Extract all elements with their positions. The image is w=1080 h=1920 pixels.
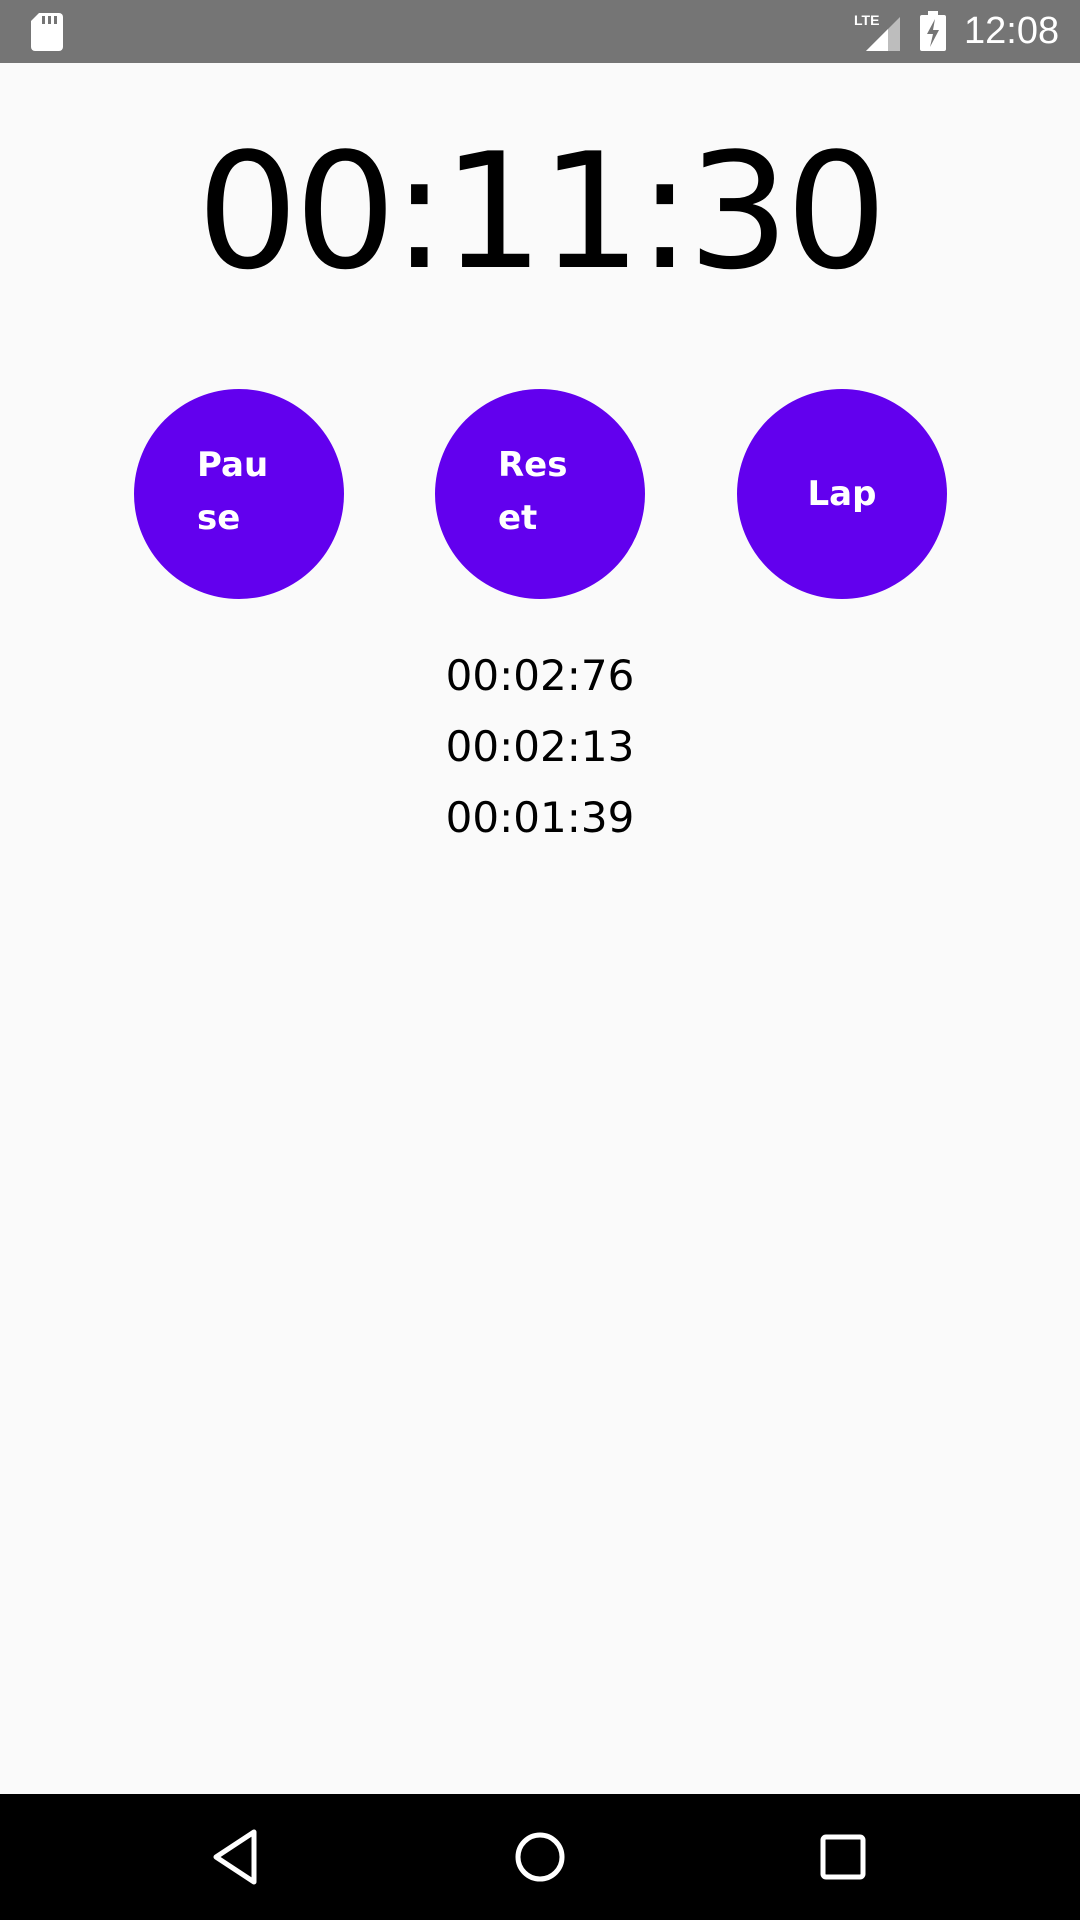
back-icon[interactable]	[202, 1822, 272, 1892]
stopwatch-display: 00:11:30	[196, 118, 888, 305]
lap-list: 00:02:76 00:02:13 00:01:39	[0, 640, 1080, 853]
status-time: 12:08	[964, 10, 1060, 52]
lte-signal-icon: LTE	[854, 12, 900, 51]
home-icon[interactable]	[505, 1822, 575, 1892]
lap-button[interactable]: Lap	[737, 389, 947, 599]
lap-time: 00:02:13	[445, 722, 635, 771]
recents-icon[interactable]	[808, 1822, 878, 1892]
status-bar: LTE 12:08	[0, 0, 1080, 63]
navigation-bar	[0, 1794, 1080, 1920]
sd-card-icon	[31, 13, 63, 51]
lap-time: 00:01:39	[445, 793, 635, 842]
battery-charging-icon	[920, 11, 946, 51]
network-type: LTE	[854, 12, 879, 28]
lap-button-label: Lap	[807, 474, 877, 514]
pause-button-label: Pause	[197, 445, 269, 538]
reset-button-label: Reset	[498, 445, 568, 538]
reset-button[interactable]: Reset	[435, 389, 645, 599]
lap-time: 00:02:76	[445, 651, 635, 700]
pause-button[interactable]: Pause	[134, 389, 344, 599]
